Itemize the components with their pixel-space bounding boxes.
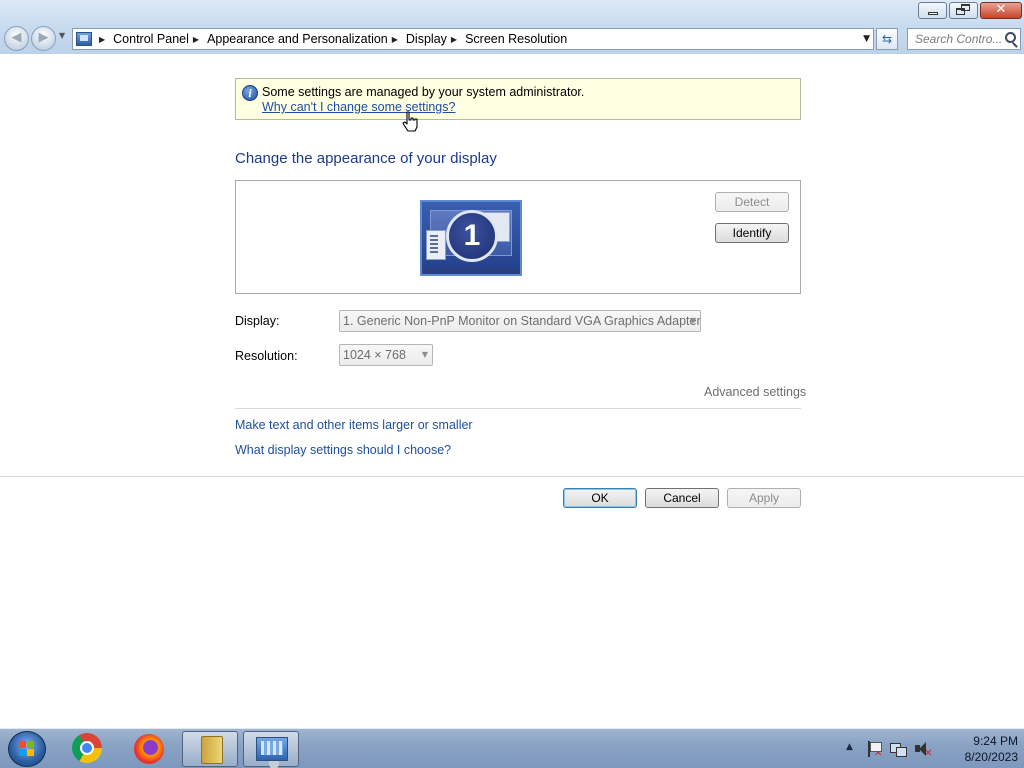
cancel-button[interactable]: Cancel [645,488,719,508]
clock-time: 9:24 PM [973,734,1018,748]
taskbar-control-panel[interactable] [243,731,299,768]
back-button[interactable]: ◀ [4,26,29,51]
info-message: Some settings are managed by your system… [262,85,585,99]
why-cant-change-link[interactable]: Why can't I change some settings? [262,100,455,114]
display-label: Display: [235,314,280,328]
display-settings-help-link[interactable]: What display settings should I choose? [235,443,451,457]
breadcrumb-screen-resolution[interactable]: Screen Resolution [465,32,567,46]
breadcrumb-separator-icon[interactable]: ▶ [99,35,105,44]
breadcrumb-control-panel[interactable]: Control Panel [113,32,189,46]
search-icon[interactable] [1005,32,1016,43]
breadcrumb-display[interactable]: Display [406,32,447,46]
identify-button[interactable]: Identify [715,223,789,243]
ok-button[interactable]: OK [563,488,637,508]
detect-button[interactable]: Detect [715,192,789,212]
navigation-bar: ◀ ▶ ▼ ▶ Control Panel ▶ Appearance and P… [0,24,1024,54]
caption-buttons: ✕ [916,2,1022,19]
display-select[interactable]: 1. Generic Non-PnP Monitor on Standard V… [339,310,701,332]
taskbar: ▲ ✕ ✕ 9:24 PM 8/20/2023 [0,728,1024,768]
resolution-select[interactable]: 1024 × 768 ▼ [339,344,433,366]
page-title: Change the appearance of your display [235,150,497,167]
monitor-window-graphic [426,230,446,260]
monitor-number-badge: 1 [446,210,498,262]
minimize-button[interactable] [918,2,947,19]
chevron-down-icon: ▼ [421,350,428,359]
start-button[interactable] [8,731,46,767]
back-arrow-icon: ◀ [11,30,22,45]
refresh-icon: ⇆ [881,32,893,46]
breadcrumb: ▶ Control Panel ▶ Appearance and Persona… [95,32,567,46]
monitor-taskbar-graphic [422,268,520,274]
network-icon[interactable] [890,741,907,757]
main-content: i Some settings are managed by your syst… [0,54,1024,728]
advanced-settings-link[interactable]: Advanced settings [704,385,806,399]
close-icon: ✕ [995,2,1007,17]
search-input[interactable] [908,29,1002,49]
breadcrumb-separator-icon[interactable]: ▶ [392,35,398,44]
clock-date: 8/20/2023 [964,750,1018,764]
breadcrumb-separator-icon[interactable]: ▶ [193,35,199,44]
minimize-icon [928,12,938,15]
display-arrangement-panel: 1 Detect Identify [235,180,801,294]
info-icon: i [242,85,258,101]
apply-button[interactable]: Apply [727,488,801,508]
chrome-icon [72,733,102,763]
display-select-value: 1. Generic Non-PnP Monitor on Standard V… [343,314,701,328]
address-dropdown-icon[interactable]: ▼ [863,34,870,44]
windows-logo-icon [19,741,35,757]
resolution-label: Resolution: [235,349,298,363]
divider [0,476,1024,477]
recent-pages-dropdown[interactable]: ▼ [59,31,65,40]
forward-button[interactable]: ▶ [31,26,56,51]
hand-cursor-icon [402,111,418,132]
resolution-select-value: 1024 × 768 [343,348,406,362]
monitor-1-thumbnail[interactable]: 1 [420,200,522,276]
folder-icon [201,736,223,764]
admin-info-bar: i Some settings are managed by your syst… [235,78,801,120]
divider [235,408,801,409]
breadcrumb-separator-icon[interactable]: ▶ [451,35,457,44]
control-panel-icon [256,737,288,768]
show-hidden-icons-button[interactable]: ▲ [846,742,853,752]
taskbar-chrome[interactable] [58,731,114,767]
forward-arrow-icon: ▶ [38,30,49,45]
text-size-link[interactable]: Make text and other items larger or smal… [235,418,473,432]
clock[interactable]: 9:24 PM 8/20/2023 [928,733,1018,765]
title-bar: ✕ [0,0,1024,24]
taskbar-file-explorer[interactable] [182,731,238,767]
control-panel-icon [76,32,92,46]
restore-button[interactable] [949,2,978,19]
breadcrumb-appearance[interactable]: Appearance and Personalization [207,32,388,46]
taskbar-firefox[interactable] [120,731,176,767]
firefox-icon [134,734,164,764]
chevron-down-icon: ▼ [689,316,696,325]
address-bar[interactable]: ▶ Control Panel ▶ Appearance and Persona… [72,28,874,50]
action-center-flag-icon[interactable]: ✕ [866,741,882,759]
search-box[interactable] [907,28,1021,50]
close-button[interactable]: ✕ [980,2,1022,19]
refresh-button[interactable]: ⇆ [876,28,898,50]
